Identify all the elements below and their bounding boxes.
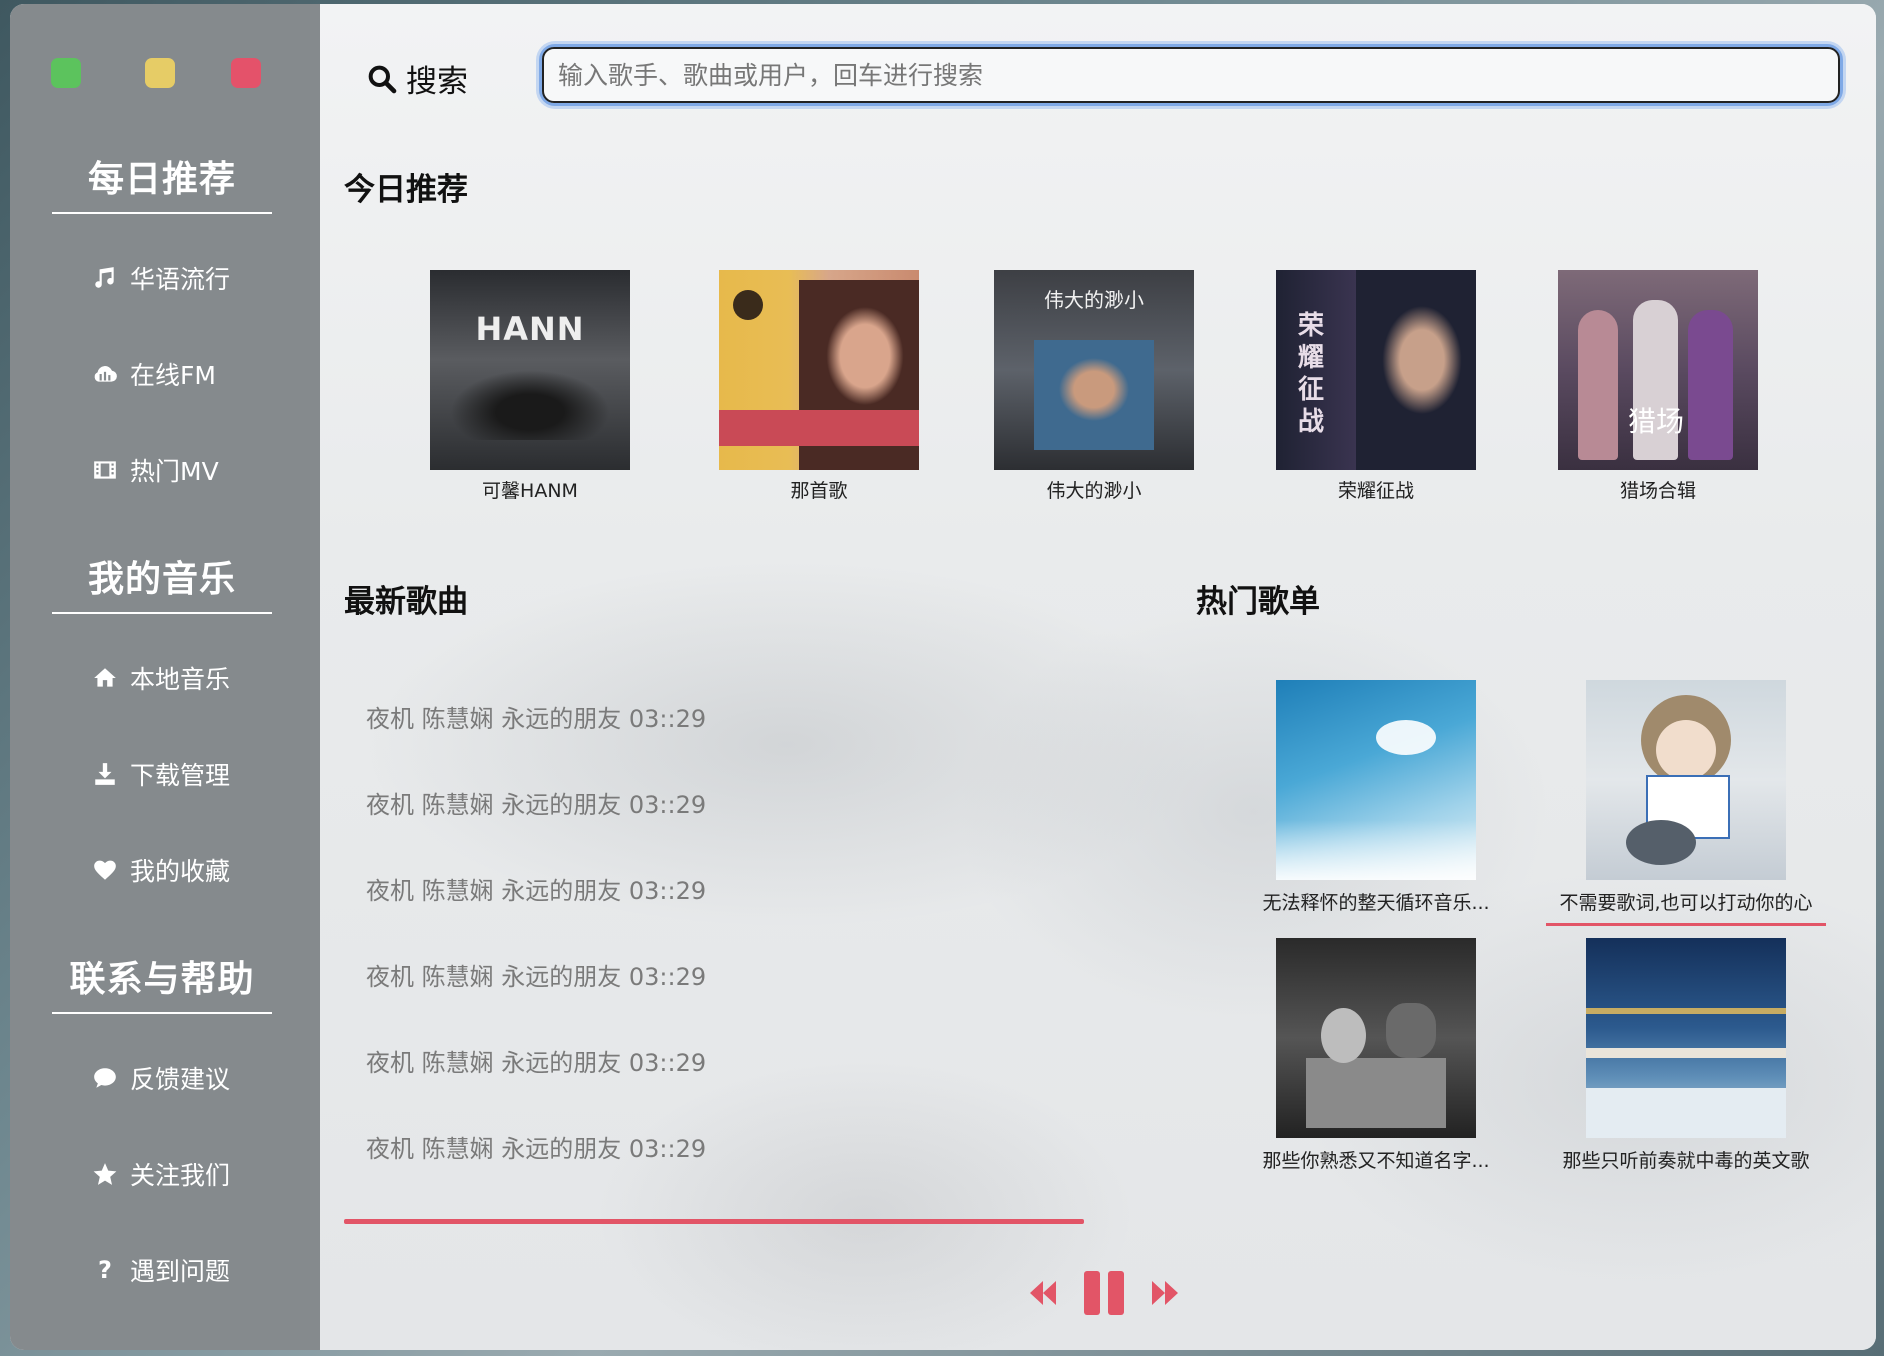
- album-cover: HANN: [430, 270, 630, 470]
- today-title: 今日推荐: [344, 172, 468, 208]
- next-icon[interactable]: [1150, 1279, 1180, 1307]
- album-title: 可馨HANM: [482, 480, 578, 502]
- sidebar-item-feedback[interactable]: 反馈建议: [90, 1058, 310, 1098]
- album-card[interactable]: 那首歌: [719, 270, 919, 503]
- album-cover-text: 猎场: [1628, 405, 1685, 438]
- song-item[interactable]: 夜机 陈慧娴 永远的朋友 03::29: [366, 957, 706, 992]
- sidebar-item-label: 下载管理: [130, 761, 231, 790]
- section-title-contact-help: 联系与帮助: [52, 950, 272, 1014]
- music-note-icon: [90, 263, 120, 293]
- active-underline: [1546, 923, 1826, 926]
- album-card[interactable]: 猎场 猎场合辑: [1558, 270, 1758, 503]
- new-songs-title: 最新歌曲: [344, 584, 468, 620]
- sidebar-item-favorites[interactable]: 我的收藏: [90, 850, 310, 890]
- album-cover-text: 荣耀征战: [1297, 311, 1324, 437]
- sidebar-item-label: 遇到问题: [130, 1257, 231, 1286]
- playlist-cover: [1586, 938, 1786, 1138]
- playlist-card[interactable]: 无法释怀的整天循环音乐...: [1246, 680, 1506, 915]
- section-title-my-music: 我的音乐: [52, 550, 272, 614]
- playlist-title: 不需要歌词,也可以打动你的心: [1559, 892, 1813, 914]
- star-icon: [90, 1159, 120, 1189]
- album-cover-text: HANN: [475, 310, 585, 348]
- sidebar-item-hot-mv[interactable]: 热门MV: [90, 450, 310, 490]
- album-cover-text: 伟大的渺小: [1044, 288, 1144, 312]
- playlist-card[interactable]: 那些你熟悉又不知道名字...: [1246, 938, 1506, 1173]
- search-box: [539, 44, 1843, 106]
- album-cover: [719, 270, 919, 470]
- hot-playlists-title: 热门歌单: [1196, 584, 1320, 620]
- sidebar-item-label: 华语流行: [130, 265, 231, 294]
- search-input[interactable]: [542, 47, 1840, 103]
- playlist-cover: [1586, 680, 1786, 880]
- playlist-title: 无法释怀的整天循环音乐...: [1262, 892, 1490, 914]
- home-icon: [90, 663, 120, 693]
- search-icon: [368, 65, 397, 93]
- pause-icon[interactable]: [1080, 1269, 1128, 1317]
- sidebar-item-label: 本地音乐: [130, 665, 231, 694]
- close-button[interactable]: [231, 58, 261, 88]
- comment-icon: [90, 1063, 120, 1093]
- progress-bar[interactable]: [344, 1219, 1084, 1224]
- sidebar-item-online-fm[interactable]: 在线FM: [90, 354, 310, 394]
- album-cover: 猎场: [1558, 270, 1758, 470]
- sidebar-item-label: 反馈建议: [130, 1065, 231, 1094]
- sidebar-item-label: 我的收藏: [130, 857, 231, 886]
- download-icon: [90, 759, 120, 789]
- search-label[interactable]: 搜索: [366, 56, 468, 101]
- album-title: 荣耀征战: [1337, 480, 1414, 502]
- maximize-button[interactable]: [51, 58, 81, 88]
- sidebar: 每日推荐 华语流行 在线FM 热门MV 我的音乐 本地音乐 下载管理 我的收藏 …: [10, 4, 320, 1350]
- playlist-cover: [1276, 680, 1476, 880]
- heart-icon: [90, 855, 120, 885]
- minimize-button[interactable]: [145, 58, 175, 88]
- song-item[interactable]: 夜机 陈慧娴 永远的朋友 03::29: [366, 699, 706, 734]
- album-title: 猎场合辑: [1619, 480, 1696, 502]
- playlist-card[interactable]: 那些只听前奏就中毒的英文歌: [1546, 938, 1826, 1173]
- question-icon: ?: [98, 1256, 112, 1284]
- app-window: 每日推荐 华语流行 在线FM 热门MV 我的音乐 本地音乐 下载管理 我的收藏 …: [10, 4, 1876, 1350]
- cloud-icon: [90, 359, 120, 389]
- sidebar-item-follow-us[interactable]: 关注我们: [90, 1154, 310, 1194]
- playlist-card[interactable]: 不需要歌词,也可以打动你的心: [1546, 680, 1826, 926]
- sidebar-item-label: 热门MV: [130, 457, 219, 486]
- album-card[interactable]: 荣耀征战 荣耀征战: [1276, 270, 1476, 503]
- playlist-title: 那些只听前奏就中毒的英文歌: [1562, 1150, 1810, 1172]
- sidebar-item-label: 关注我们: [130, 1161, 231, 1190]
- album-title: 伟大的渺小: [1046, 480, 1142, 502]
- film-icon: [90, 455, 120, 485]
- sidebar-item-help[interactable]: ? 遇到问题: [90, 1250, 310, 1290]
- player-controls: [1028, 1269, 1180, 1317]
- album-title: 那首歌: [790, 480, 848, 502]
- sidebar-item-label: 在线FM: [130, 361, 216, 390]
- sidebar-item-chinese-pop[interactable]: 华语流行: [90, 258, 310, 298]
- album-card[interactable]: HANN 可馨HANM: [430, 270, 630, 503]
- album-card[interactable]: 伟大的渺小 伟大的渺小: [994, 270, 1194, 503]
- section-title-daily: 每日推荐: [52, 150, 272, 214]
- song-item[interactable]: 夜机 陈慧娴 永远的朋友 03::29: [366, 785, 706, 820]
- sidebar-item-downloads[interactable]: 下载管理: [90, 754, 310, 794]
- sidebar-item-local-music[interactable]: 本地音乐: [90, 658, 310, 698]
- previous-icon[interactable]: [1028, 1279, 1058, 1307]
- song-item[interactable]: 夜机 陈慧娴 永远的朋友 03::29: [366, 1129, 706, 1164]
- album-cover: 伟大的渺小: [994, 270, 1194, 470]
- search-label-text: 搜索: [406, 64, 468, 100]
- song-item[interactable]: 夜机 陈慧娴 永远的朋友 03::29: [366, 1043, 706, 1078]
- album-cover: 荣耀征战: [1276, 270, 1476, 470]
- playlist-title: 那些你熟悉又不知道名字...: [1262, 1150, 1490, 1172]
- song-item[interactable]: 夜机 陈慧娴 永远的朋友 03::29: [366, 871, 706, 906]
- playlist-cover: [1276, 938, 1476, 1138]
